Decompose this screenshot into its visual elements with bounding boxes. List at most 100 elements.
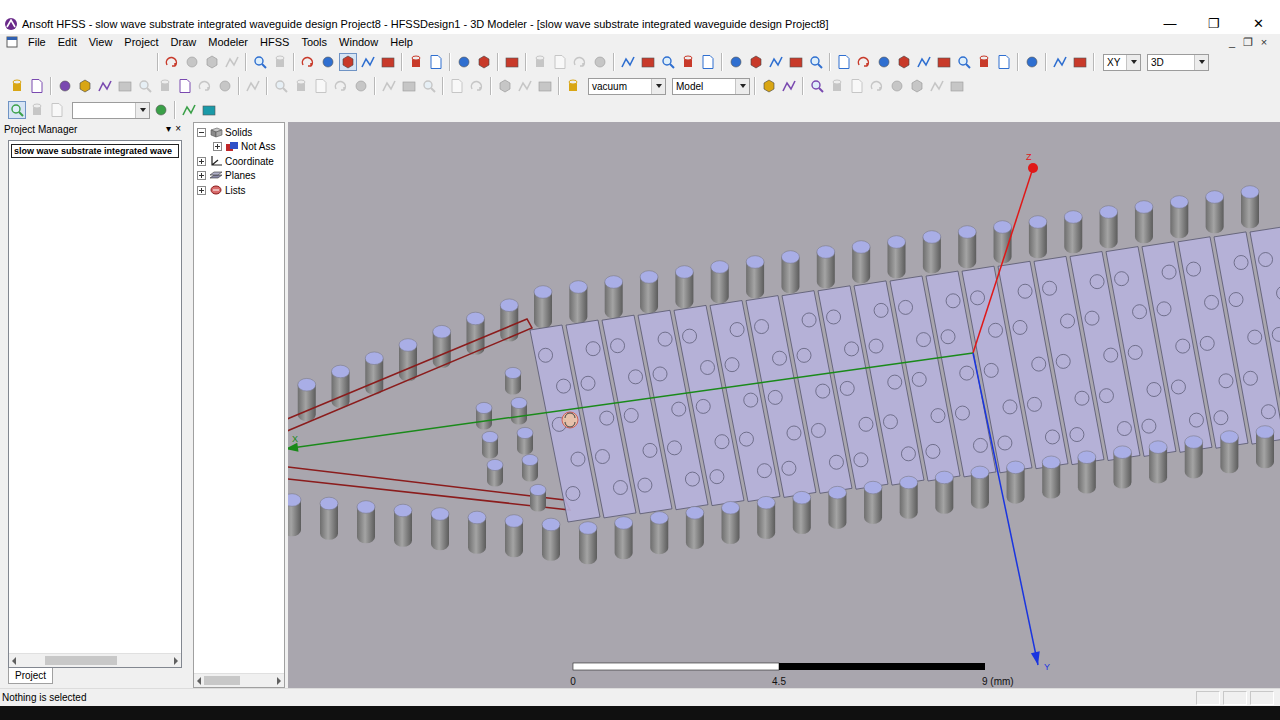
toolbar-button[interactable] (975, 53, 993, 71)
toolbar-button[interactable] (251, 53, 269, 71)
expand-toggle-icon[interactable] (197, 186, 206, 195)
via-post[interactable] (675, 266, 693, 309)
tree-item[interactable]: Planes (194, 169, 284, 184)
menu-item[interactable]: Draw (165, 35, 203, 49)
via-post[interactable] (793, 491, 811, 534)
via-post[interactable] (357, 501, 375, 544)
via-post[interactable] (522, 454, 538, 481)
via-post[interactable] (852, 241, 870, 284)
expand-toggle-icon[interactable] (197, 157, 206, 166)
toolbar-button[interactable] (908, 77, 926, 95)
tree-item[interactable]: Lists (194, 183, 284, 198)
toolbar-button[interactable] (96, 77, 114, 95)
via-post[interactable] (958, 226, 976, 269)
toolbar-button[interactable] (312, 77, 330, 95)
toolbar-dropdown[interactable]: Model (672, 78, 750, 95)
scroll-thumb[interactable] (204, 676, 240, 685)
via-post[interactable] (923, 231, 941, 274)
via-post[interactable] (1241, 186, 1259, 229)
menu-item[interactable]: Window (333, 35, 384, 49)
via-post[interactable] (1170, 196, 1188, 239)
toolbar-button[interactable] (767, 53, 785, 71)
tree-item[interactable]: Coordinate (194, 154, 284, 169)
toolbar-button[interactable] (352, 77, 370, 95)
toolbar-button[interactable] (203, 53, 221, 71)
window-control-button[interactable]: — (1148, 15, 1192, 33)
3d-viewport[interactable]: ZXY04.59 (mm) (288, 122, 1280, 688)
toolbar-button[interactable] (935, 53, 953, 71)
toolbar-button[interactable] (855, 53, 873, 71)
menu-item[interactable]: File (22, 35, 52, 49)
tree-item[interactable]: Solids (194, 125, 284, 140)
toolbar-button[interactable] (156, 77, 174, 95)
toolbar-button[interactable] (420, 77, 438, 95)
via-post[interactable] (505, 515, 523, 558)
toolbar-button[interactable] (180, 101, 198, 119)
via-post[interactable] (579, 522, 597, 565)
menu-item[interactable]: Project (118, 35, 164, 49)
via-post[interactable] (1078, 451, 1096, 494)
via-post[interactable] (288, 494, 301, 537)
toolbar-button[interactable] (928, 77, 946, 95)
toolbar-button[interactable] (28, 77, 46, 95)
toolbar-button[interactable] (531, 53, 549, 71)
scroll-right-icon[interactable] (277, 677, 281, 685)
toolbar-button[interactable] (427, 53, 445, 71)
via-post[interactable] (746, 256, 764, 299)
toolbar-button[interactable] (516, 77, 534, 95)
toolbar-button[interactable] (332, 77, 350, 95)
via-post[interactable] (1113, 446, 1131, 489)
toolbar-button[interactable] (299, 53, 317, 71)
expand-toggle-icon[interactable] (213, 142, 222, 151)
via-post[interactable] (1064, 211, 1082, 254)
toolbar-button[interactable] (196, 77, 214, 95)
toolbar-button[interactable] (995, 53, 1013, 71)
toolbar-button[interactable] (223, 53, 241, 71)
toolbar-button[interactable] (915, 53, 933, 71)
via-post[interactable] (935, 471, 953, 514)
via-post[interactable] (320, 497, 338, 540)
via-post[interactable] (476, 402, 492, 429)
toolbar-button[interactable] (359, 53, 377, 71)
via-post[interactable] (757, 496, 775, 539)
model-canvas[interactable]: ZXY04.59 (mm) (288, 122, 1280, 688)
via-post[interactable] (505, 367, 521, 394)
menu-item[interactable]: View (83, 35, 119, 49)
scroll-thumb[interactable] (45, 656, 117, 665)
toolbar-button[interactable] (1071, 53, 1089, 71)
toolbar-button[interactable] (319, 53, 337, 71)
toolbar-button[interactable] (787, 53, 805, 71)
via-post[interactable] (298, 378, 316, 421)
via-post[interactable] (394, 504, 412, 547)
toolbar-button[interactable] (948, 77, 966, 95)
toolbar-button[interactable] (760, 77, 778, 95)
via-post[interactable] (399, 339, 417, 382)
via-post[interactable] (711, 261, 729, 304)
toolbar-button[interactable] (292, 77, 310, 95)
menu-item[interactable]: Tools (295, 35, 333, 49)
toolbar-button[interactable] (272, 77, 290, 95)
via-post[interactable] (1185, 436, 1203, 479)
window-control-button[interactable]: ✕ (1236, 15, 1280, 33)
via-post[interactable] (1135, 201, 1153, 244)
document-control-button[interactable]: ❐ (1240, 35, 1256, 49)
via-post[interactable] (615, 517, 633, 560)
menu-item[interactable]: Modeler (202, 35, 254, 49)
toolbar-dropdown[interactable]: vacuum (588, 78, 666, 95)
toolbar-button[interactable] (875, 53, 893, 71)
toolbar-button[interactable] (835, 53, 853, 71)
toolbar-button[interactable] (808, 77, 826, 95)
toolbar-button[interactable] (888, 77, 906, 95)
via-post[interactable] (534, 286, 552, 329)
project-item[interactable]: slow wave substrate integrated wave (11, 144, 179, 158)
toolbar-button[interactable] (807, 53, 825, 71)
toolbar-button[interactable] (468, 77, 486, 95)
via-post[interactable] (864, 481, 882, 524)
via-post[interactable] (1100, 206, 1118, 249)
panel-control-button[interactable]: ▾ (166, 123, 171, 135)
toolbar-button[interactable] (955, 53, 973, 71)
metal-strip[interactable] (1250, 227, 1280, 440)
toolbar-button[interactable] (8, 77, 26, 95)
via-post[interactable] (686, 507, 704, 550)
toolbar-button[interactable] (448, 77, 466, 95)
